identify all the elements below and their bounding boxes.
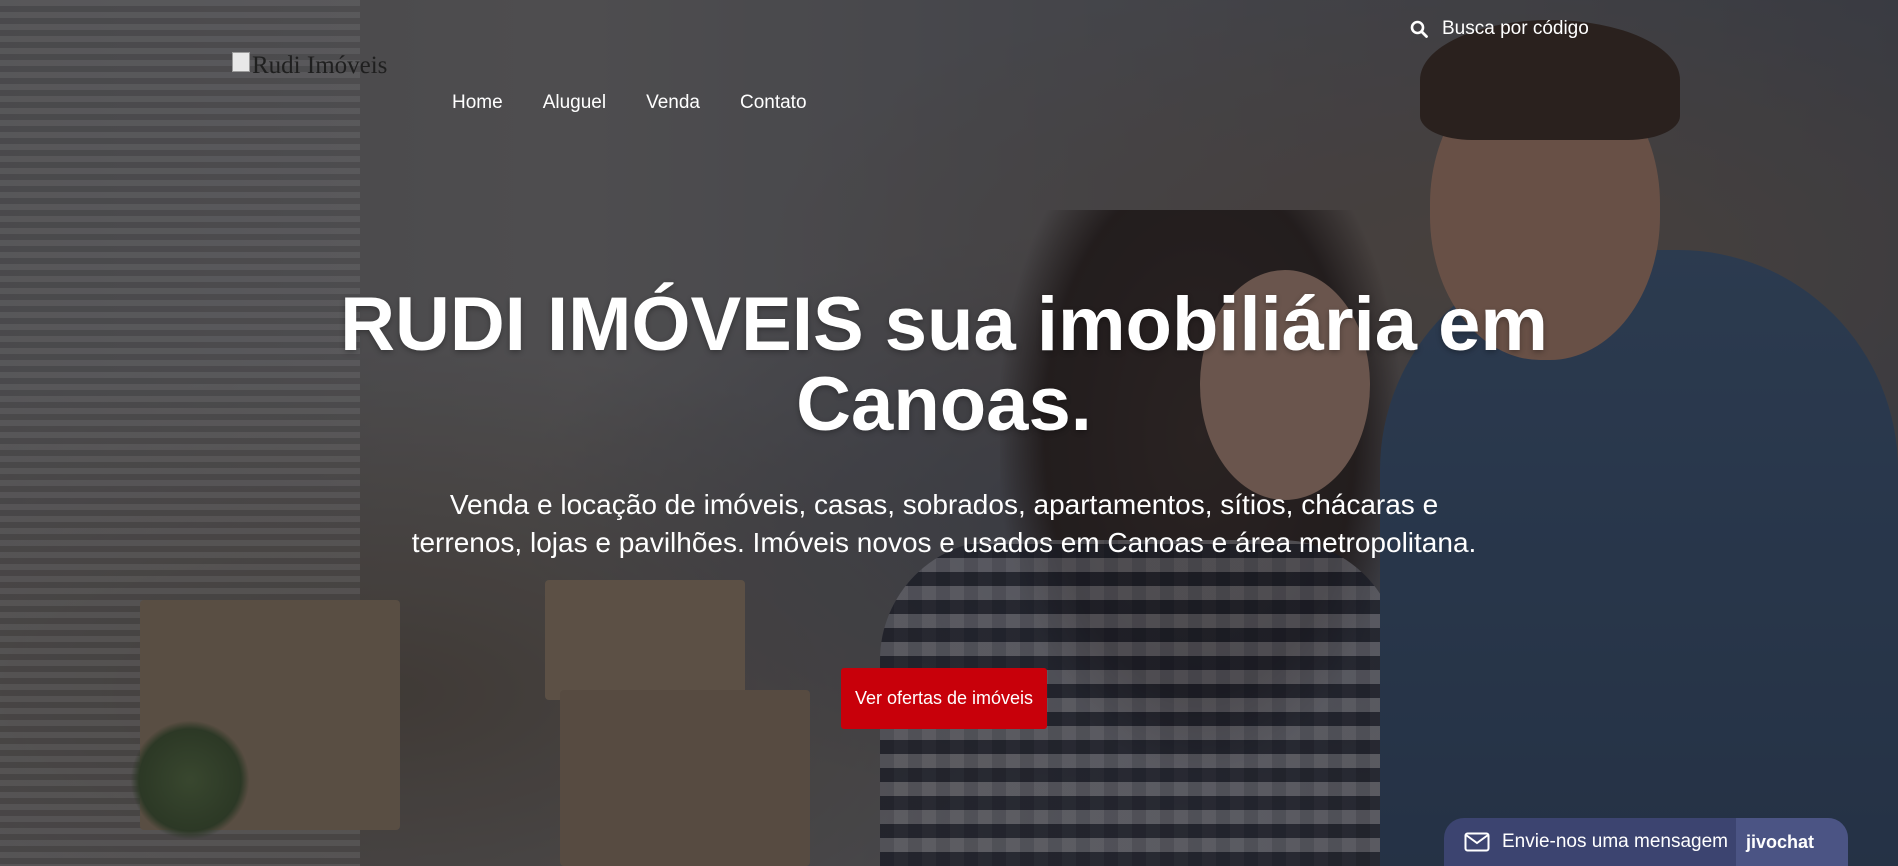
chat-brand: jivochat <box>1736 818 1848 866</box>
chat-label: Envie-nos uma mensagem <box>1502 831 1728 852</box>
search-icon <box>1410 20 1428 38</box>
logo-alt-text: Rudi Imóveis <box>252 52 388 79</box>
chat-widget[interactable]: Envie-nos uma mensagem jivochat <box>1444 818 1848 866</box>
hero-title-line1: RUDI IMÓVEIS sua imobiliária em <box>340 282 1548 367</box>
hero-title-line2: Canoas. <box>796 362 1092 447</box>
nav-link-aluguel[interactable]: Aluguel <box>543 92 606 114</box>
hero-subtitle: Venda e locação de imóveis, casas, sobra… <box>411 489 1477 558</box>
nav-link-home[interactable]: Home <box>452 92 503 114</box>
hero-title: RUDI IMÓVEIS sua imobiliária em Canoas. <box>200 285 1688 445</box>
search-by-code-button[interactable]: Busca por código <box>1410 18 1589 40</box>
search-label: Busca por código <box>1442 18 1589 39</box>
hero-section: Rudi Imóveis Home Aluguel Venda Contato … <box>0 0 1898 866</box>
view-offers-button[interactable]: Ver ofertas de imóveis <box>841 668 1047 729</box>
mail-icon <box>1464 832 1490 852</box>
nav-link-venda[interactable]: Venda <box>646 92 700 114</box>
broken-image-icon <box>232 52 250 72</box>
nav-link-contato[interactable]: Contato <box>740 92 807 114</box>
site-logo[interactable]: Rudi Imóveis <box>232 52 387 80</box>
main-nav: Home Aluguel Venda Contato <box>452 92 807 114</box>
